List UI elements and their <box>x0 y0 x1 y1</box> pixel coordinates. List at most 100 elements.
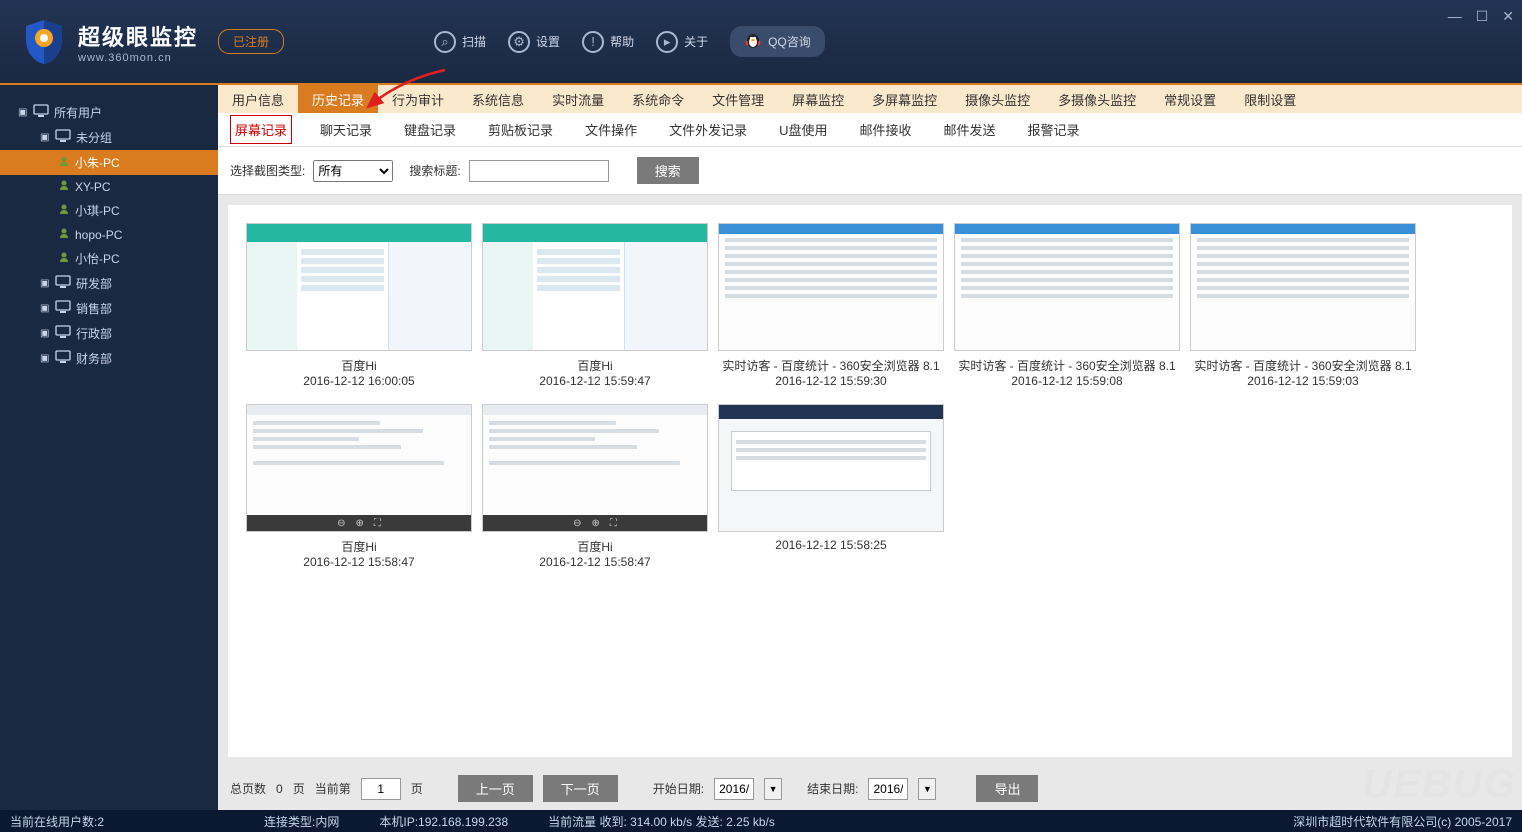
user-icon <box>58 251 70 266</box>
status-bar: 当前在线用户数:2 连接类型:内网 本机IP:192.168.199.238 当… <box>0 810 1522 832</box>
total-pages-value: 0 <box>276 782 283 796</box>
thumbnail-image[interactable] <box>246 223 472 351</box>
tree-user[interactable]: XY-PC <box>0 175 218 198</box>
user-icon <box>58 227 70 242</box>
primary-tab[interactable]: 实时流量 <box>538 85 618 113</box>
thumbnail-image[interactable] <box>954 223 1180 351</box>
screenshot-thumbnail[interactable]: 百度Hi2016-12-12 16:00:05 <box>246 223 472 388</box>
help-button[interactable]: !帮助 <box>582 31 634 53</box>
primary-tab[interactable]: 用户信息 <box>218 85 298 113</box>
secondary-tab[interactable]: 剪贴板记录 <box>484 116 557 143</box>
thumbnail-title: 实时访客 - 百度统计 - 360安全浏览器 8.1 <box>722 357 939 374</box>
pager-bar: 总页数 0 页 当前第 页 上一页 下一页 开始日期: ▼ 结束日期: ▼ 导出 <box>218 767 1522 810</box>
tree-group-label: 未分组 <box>76 129 112 146</box>
minimize-button[interactable]: — <box>1448 8 1462 25</box>
about-button[interactable]: ▸关于 <box>656 31 708 53</box>
monitor-icon <box>33 104 49 121</box>
primary-tab[interactable]: 屏幕监控 <box>778 85 858 113</box>
tree-group[interactable]: ▣销售部 <box>0 296 218 321</box>
expand-icon: ▣ <box>40 303 50 314</box>
secondary-tab[interactable]: 邮件发送 <box>940 116 1000 143</box>
tree-group[interactable]: ▣研发部 <box>0 271 218 296</box>
tree-user[interactable]: 小朱-PC <box>0 150 218 175</box>
expand-icon[interactable]: ⛶ <box>374 518 381 529</box>
screenshot-thumbnail[interactable]: 实时访客 - 百度统计 - 360安全浏览器 8.12016-12-12 15:… <box>1190 223 1416 388</box>
tree-user[interactable]: 小琪-PC <box>0 198 218 223</box>
total-pages-label: 总页数 <box>230 780 266 797</box>
primary-tab[interactable]: 系统命令 <box>618 85 698 113</box>
monitor-icon <box>55 350 71 367</box>
tree-root-all-users[interactable]: ▣ 所有用户 <box>0 100 218 125</box>
primary-tab[interactable]: 系统信息 <box>458 85 538 113</box>
tree-user[interactable]: hopo-PC <box>0 223 218 246</box>
thumbnail-timestamp: 2016-12-12 15:59:03 <box>1247 374 1358 388</box>
primary-tab[interactable]: 多屏幕监控 <box>858 85 951 113</box>
thumbnail-image[interactable] <box>482 223 708 351</box>
primary-tab[interactable]: 摄像头监控 <box>951 85 1044 113</box>
tree-group[interactable]: ▣财务部 <box>0 346 218 371</box>
screenshot-thumbnail[interactable]: ⊖⊕⛶百度Hi2016-12-12 15:58:47 <box>482 404 708 569</box>
primary-tab[interactable]: 常规设置 <box>1150 85 1230 113</box>
thumbnail-image[interactable]: ⊖ ⊕ ⛶ <box>246 404 472 532</box>
prev-page-button[interactable]: 上一页 <box>458 775 533 802</box>
primary-tab[interactable]: 文件管理 <box>698 85 778 113</box>
secondary-tab[interactable]: 聊天记录 <box>316 116 376 143</box>
screenshot-type-select[interactable]: 所有 <box>313 160 393 182</box>
screenshot-thumbnail[interactable]: ⊖⊕⛶百度Hi2016-12-12 15:58:47 <box>246 404 472 569</box>
primary-tab[interactable]: 多摄像头监控 <box>1044 85 1150 113</box>
secondary-tab[interactable]: 邮件接收 <box>855 116 915 143</box>
status-local-ip: 本机IP:192.168.199.238 <box>379 813 508 830</box>
zoom-in-icon[interactable]: ⊕ <box>592 518 600 529</box>
search-button[interactable]: 搜索 <box>637 157 699 184</box>
settings-label: 设置 <box>536 33 560 50</box>
qq-penguin-icon <box>744 31 762 52</box>
qq-consult-button[interactable]: QQ咨询 <box>730 26 825 57</box>
primary-tab[interactable]: 限制设置 <box>1230 85 1310 113</box>
maximize-button[interactable]: ☐ <box>1476 8 1489 25</box>
thumbnail-image[interactable] <box>718 223 944 351</box>
screenshot-thumbnail[interactable]: 实时访客 - 百度统计 - 360安全浏览器 8.12016-12-12 15:… <box>718 223 944 388</box>
thumbnail-timestamp: 2016-12-12 15:58:47 <box>539 555 650 569</box>
thumbnail-image[interactable]: ⊖ ⊕ ⛶ <box>482 404 708 532</box>
expand-icon: ▣ <box>40 353 50 364</box>
zoom-out-icon[interactable]: ⊖ <box>337 518 345 529</box>
secondary-tab[interactable]: 文件操作 <box>581 116 641 143</box>
zoom-in-icon[interactable]: ⊕ <box>356 518 364 529</box>
gear-icon: ⚙ <box>508 31 530 53</box>
secondary-tab[interactable]: 报警记录 <box>1024 116 1084 143</box>
next-page-button[interactable]: 下一页 <box>543 775 618 802</box>
tree-group[interactable]: ▣行政部 <box>0 321 218 346</box>
thumbnail-timestamp: 2016-12-12 15:59:08 <box>1011 374 1122 388</box>
scan-icon: ⌕ <box>434 31 456 53</box>
settings-button[interactable]: ⚙ 设置 <box>508 31 560 53</box>
screenshot-thumbnail[interactable]: 2016-12-12 15:58:25 <box>718 404 944 569</box>
thumbnail-timestamp: 2016-12-12 16:00:05 <box>303 374 414 388</box>
primary-tab[interactable]: 行为审计 <box>378 85 458 113</box>
secondary-tab[interactable]: 屏幕记录 <box>230 115 292 144</box>
secondary-tab[interactable]: U盘使用 <box>775 116 831 143</box>
start-date-input[interactable] <box>714 778 754 800</box>
export-button[interactable]: 导出 <box>976 775 1038 802</box>
scan-button[interactable]: ⌕扫描 <box>434 31 486 53</box>
close-button[interactable]: ✕ <box>1502 8 1514 25</box>
collapse-icon: ▣ <box>40 132 50 143</box>
secondary-tab[interactable]: 文件外发记录 <box>665 116 751 143</box>
screenshot-thumbnail[interactable]: 实时访客 - 百度统计 - 360安全浏览器 8.12016-12-12 15:… <box>954 223 1180 388</box>
zoom-out-icon[interactable]: ⊖ <box>573 518 581 529</box>
current-page-input[interactable] <box>361 778 401 800</box>
filter-bar: 选择截图类型: 所有 搜索标题: 搜索 <box>218 147 1522 195</box>
search-title-input[interactable] <box>469 160 609 182</box>
tree-user[interactable]: 小怡-PC <box>0 246 218 271</box>
end-date-picker-button[interactable]: ▼ <box>918 778 936 800</box>
thumbnail-image[interactable] <box>1190 223 1416 351</box>
tree-user-label: hopo-PC <box>75 228 122 242</box>
expand-icon[interactable]: ⛶ <box>610 518 617 529</box>
thumbnail-image[interactable] <box>718 404 944 532</box>
tree-group[interactable]: ▣ 未分组 <box>0 125 218 150</box>
primary-tab[interactable]: 历史记录 <box>298 85 378 113</box>
secondary-tab[interactable]: 键盘记录 <box>400 116 460 143</box>
search-title-label: 搜索标题: <box>409 162 460 179</box>
end-date-input[interactable] <box>868 778 908 800</box>
screenshot-thumbnail[interactable]: 百度Hi2016-12-12 15:59:47 <box>482 223 708 388</box>
start-date-picker-button[interactable]: ▼ <box>764 778 782 800</box>
